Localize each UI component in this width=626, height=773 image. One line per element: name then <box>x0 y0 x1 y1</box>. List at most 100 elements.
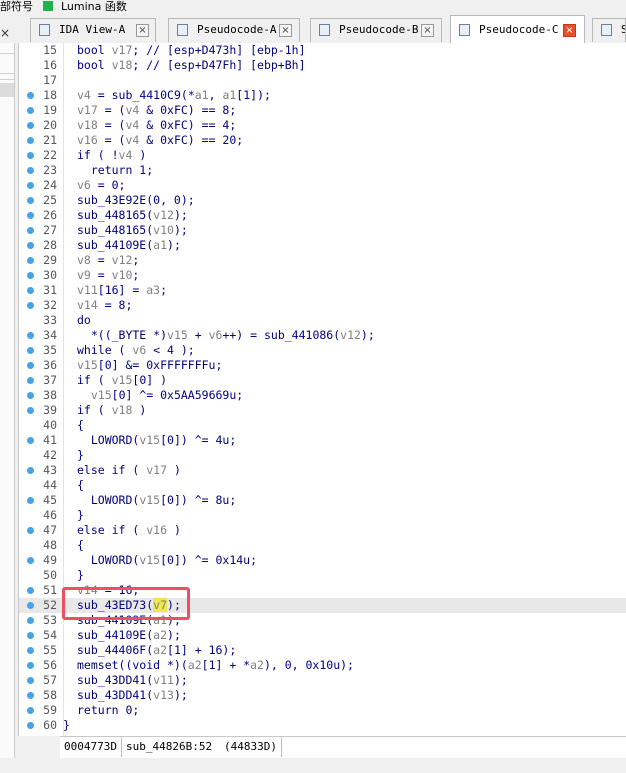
bottom-margin <box>0 758 626 773</box>
code-line[interactable]: 60} <box>19 718 626 733</box>
code-text: sub_43DD41(v13); <box>77 688 188 702</box>
line-number: 38 <box>43 388 57 402</box>
line-number: 30 <box>43 268 57 282</box>
code-line[interactable]: 58 sub_43DD41(v13); <box>19 688 626 703</box>
code-line[interactable]: 25 sub_43E92E(0, 0); <box>19 193 626 208</box>
line-number: 32 <box>43 298 57 312</box>
line-number: 34 <box>43 328 57 342</box>
code-line[interactable]: 46} <box>19 508 626 523</box>
tab-pseudocode-a[interactable]: Pseudocode-A × <box>168 18 300 42</box>
code-line[interactable]: 49 LOWORD(v15[0]) ^= 0x14u; <box>19 553 626 568</box>
code-text: sub_448165(v10); <box>77 223 188 237</box>
code-line[interactable]: 50} <box>19 568 626 583</box>
code-line[interactable]: 29 v8 = v12; <box>19 253 626 268</box>
line-number: 58 <box>43 688 57 702</box>
code-text: if ( v15[0] ) <box>77 373 168 387</box>
code-line[interactable]: 30 v9 = v10; <box>19 268 626 283</box>
code-line[interactable]: 20 v18 = (v4 & 0xFC) == 4; <box>19 118 626 133</box>
line-number: 16 <box>43 58 57 72</box>
pseudocode-icon <box>319 24 330 36</box>
code-text: sub_44109E(a2); <box>77 628 181 642</box>
code-text: return 1; <box>77 163 154 177</box>
code-line[interactable]: 21 v16 = (v4 & 0xFC) == 20; <box>19 133 626 148</box>
code-text: LOWORD(v15[0]) ^= 4u; <box>77 433 237 447</box>
code-line[interactable]: 33 do <box>19 313 626 328</box>
code-line[interactable]: 48 { <box>19 538 626 553</box>
code-text: else if ( v17 ) <box>77 463 181 477</box>
code-line[interactable]: 22 if ( !v4 ) <box>19 148 626 163</box>
code-line[interactable]: 37 if ( v15[0] ) <box>19 373 626 388</box>
code-line[interactable]: 16 bool v18; // [esp+D47Fh] [ebp+Bh] <box>19 58 626 73</box>
code-line[interactable]: 45 LOWORD(v15[0]) ^= 8u; <box>19 493 626 508</box>
code-line[interactable]: 36 v15[0] &= 0xFFFFFFFu; <box>19 358 626 373</box>
code-line[interactable]: 44 { <box>19 478 626 493</box>
code-line[interactable]: 56 memset((void *)(a2[1] + *a2), 0, 0x10u… <box>19 658 626 673</box>
tab-label: Pseudocode-A <box>197 23 277 36</box>
code-line[interactable]: 42} <box>19 448 626 463</box>
code-line[interactable]: 19 v17 = (v4 & 0xFC) == 8; <box>19 103 626 118</box>
code-line[interactable]: 35 while ( v6 < 4 ); <box>19 343 626 358</box>
code-line[interactable]: 26 sub_448165(v12); <box>19 208 626 223</box>
tab-ida-view-a[interactable]: IDA View-A × <box>30 18 156 42</box>
line-number: 54 <box>43 628 57 642</box>
line-number: 57 <box>43 673 57 687</box>
top-toolbar: 部符号 Lumina 函数 <box>0 0 626 14</box>
code-line[interactable]: 59 return 0; <box>19 703 626 718</box>
code-text: { <box>77 478 84 492</box>
code-text: } <box>77 508 84 522</box>
line-number: 22 <box>43 148 57 162</box>
code-line[interactable]: 15 bool v17; // [esp+D473h] [ebp-1h] <box>19 43 626 58</box>
left-close-icon[interactable]: × <box>0 26 10 40</box>
line-number: 25 <box>43 193 57 207</box>
line-number: 51 <box>43 583 57 597</box>
code-line[interactable]: 32 v14 = 8; <box>19 298 626 313</box>
code-text: v11[16] = a3; <box>77 283 168 297</box>
code-line[interactable]: 40 { <box>19 418 626 433</box>
code-text: bool v17; // [esp+D473h] [ebp-1h] <box>77 43 306 57</box>
close-icon[interactable]: × <box>563 24 576 37</box>
code-line[interactable]: 31 v11[16] = a3; <box>19 283 626 298</box>
line-number: 29 <box>43 253 57 267</box>
line-number: 49 <box>43 553 57 567</box>
code-line[interactable]: 18 v4 = sub_4410C9(*a1, a1[1]); <box>19 88 626 103</box>
status-location: sub_44826B:52 <box>126 740 213 753</box>
code-line[interactable]: 57 sub_43DD41(v11); <box>19 673 626 688</box>
code-line[interactable]: 34 *((_BYTE *)v15 + v6++) = sub_441086(v… <box>19 328 626 343</box>
pseudocode-editor[interactable]: 15 bool v17; // [esp+D473h] [ebp-1h] 16 boo… <box>18 43 626 736</box>
close-icon[interactable]: × <box>279 24 292 37</box>
code-line[interactable]: 28 sub_44109E(a1); <box>19 238 626 253</box>
close-icon[interactable]: × <box>421 24 434 37</box>
code-line[interactable]: 23 return 1; <box>19 163 626 178</box>
code-text: return 0; <box>77 703 140 717</box>
tab-pseudocode-c[interactable]: Pseudocode-C × <box>450 15 585 43</box>
code-line[interactable]: 38 v15[0] ^= 0x5AA59669u; <box>19 388 626 403</box>
line-number: 43 <box>43 463 57 477</box>
code-text: do <box>77 313 91 327</box>
code-line[interactable]: 24 v6 = 0; <box>19 178 626 193</box>
code-line[interactable]: 39 if ( v18 ) <box>19 403 626 418</box>
code-text: v6 = 0; <box>77 178 126 192</box>
code-text: else if ( v16 ) <box>77 523 181 537</box>
left-panel-selection <box>0 83 14 97</box>
code-text: v15[0] &= 0xFFFFFFFu; <box>77 358 223 372</box>
code-line[interactable]: 41 LOWORD(v15[0]) ^= 4u; <box>19 433 626 448</box>
tab-s[interactable]: S <box>592 18 626 42</box>
annotation-highlight-box <box>62 587 190 620</box>
code-line[interactable]: 55 sub_44406F(a2[1] + 16); <box>19 643 626 658</box>
code-line[interactable]: 17 <box>19 73 626 88</box>
tab-label: Pseudocode-B <box>339 23 419 36</box>
line-number: 35 <box>43 343 57 357</box>
code-text: sub_43DD41(v11); <box>77 673 188 687</box>
close-icon[interactable]: × <box>136 24 149 37</box>
code-line[interactable]: 27 sub_448165(v10); <box>19 223 626 238</box>
code-text: sub_44406F(a2[1] + 16); <box>77 643 237 657</box>
line-number: 36 <box>43 358 57 372</box>
left-panel-strip[interactable] <box>0 43 15 773</box>
code-line[interactable]: 47 else if ( v16 ) <box>19 523 626 538</box>
code-text: v4 = sub_4410C9(*a1, a1[1]); <box>77 88 271 102</box>
tab-pseudocode-b[interactable]: Pseudocode-B × <box>310 18 442 42</box>
code-line[interactable]: 43 else if ( v17 ) <box>19 463 626 478</box>
ida-view-icon <box>39 24 50 36</box>
line-number: 59 <box>43 703 57 717</box>
code-line[interactable]: 54 sub_44109E(a2); <box>19 628 626 643</box>
